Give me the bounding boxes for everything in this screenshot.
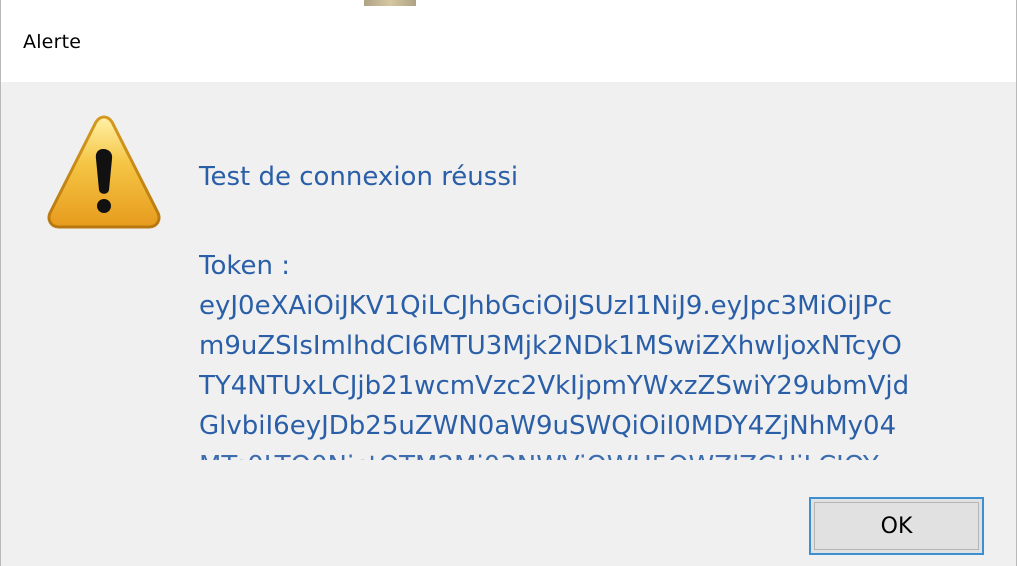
token-line-2: m9uZSIsImlhdCI6MTU3Mjk2NDk1MSwiZXhwIjoxN… [199,331,902,361]
token-text-block: Token : eyJ0eXAiOiJKV1QiLCJhbGciOiJSUzI1… [199,246,1009,460]
window-title: Alerte [23,31,82,53]
token-line-5-clipped: MTc0LTQ0NjctOTM2Mi03NWViOWU5OWZlZGUiLCJO… [199,446,1009,460]
connection-test-message: Test de connexion réussi [199,162,519,192]
background-window-edge [364,0,416,6]
warning-triangle-icon [47,115,161,229]
token-line-4: GlvbiI6eyJDb25uZWN0aW9uSWQiOiI0MDY4ZjNhM… [199,411,897,441]
ok-button[interactable]: OK [809,497,984,555]
token-line-1: eyJ0eXAiOiJKV1QiLCJhbGciOiJSUzI1NiJ9.eyJ… [199,291,893,321]
dialog-footer: OK [1,465,1016,566]
alert-dialog-window: Alerte Test de connexion réussi Token: … [0,0,1017,566]
dialog-content: Test de connexion réussi Token : eyJ0eXA… [1,82,1016,465]
token-label: Token : [199,251,290,281]
token-line-3: TY4NTUxLCJjb21wcmVzc2VkIjpmYWxzZSwiY29ub… [199,371,910,401]
title-bar[interactable]: Alerte [1,0,1016,83]
